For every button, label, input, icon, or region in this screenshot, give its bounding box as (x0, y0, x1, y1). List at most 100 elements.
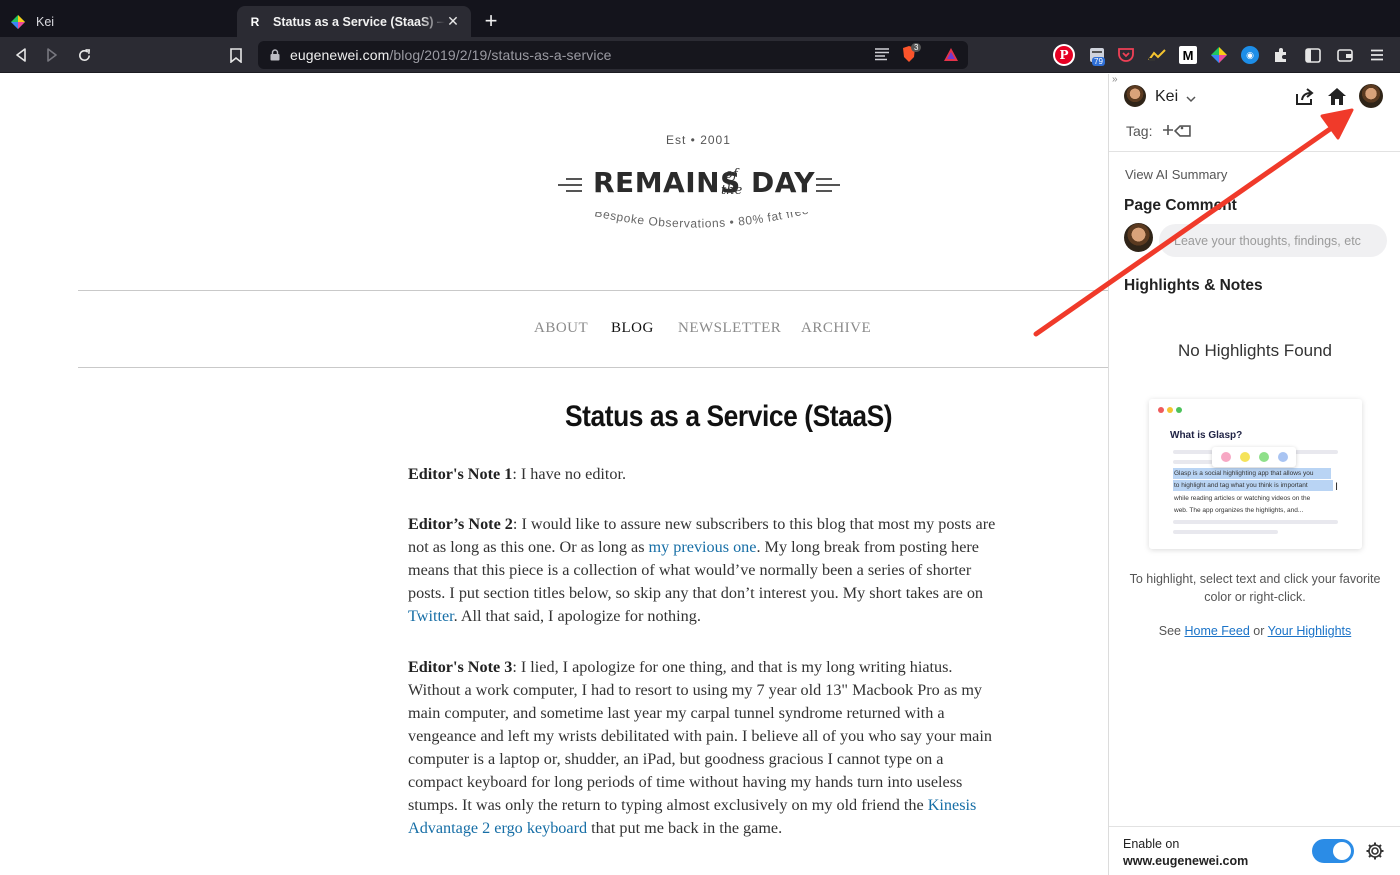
header-divider (78, 290, 1108, 291)
sidebar-divider (1109, 151, 1400, 152)
view-ai-summary-link[interactable]: View AI Summary (1125, 167, 1227, 182)
nav-divider (78, 367, 1108, 368)
expand-sidebar-icon[interactable]: » (1112, 74, 1118, 85)
user-avatar[interactable] (1124, 85, 1146, 107)
demo-line (1173, 520, 1338, 524)
tab-title: Kei (36, 14, 55, 29)
wallet-icon[interactable] (1334, 44, 1356, 66)
article-title-text: Status as a Service (StaaS) (565, 400, 893, 433)
paragraph-editors-note-1: Editor's Note 1: I have no editor. (408, 463, 998, 486)
user-name[interactable]: Kei (1155, 88, 1178, 106)
demo-text-line: while reading articles or watching video… (1174, 495, 1311, 502)
site-favicon-icon: R (250, 14, 260, 29)
comment-avatar (1124, 223, 1153, 252)
toggle-knob (1333, 842, 1351, 860)
brave-shields-icon[interactable]: 3 (901, 43, 923, 65)
reload-icon (78, 48, 90, 61)
nav-blog[interactable]: BLOG (611, 320, 654, 337)
highlight-help-text: To highlight, select text and click your… (1129, 572, 1381, 604)
demo-text-line: to highlight and tag what you think is i… (1174, 482, 1308, 489)
tab-strip: Kei R Status as a Service (StaaS) — Rema… (0, 0, 1400, 37)
demo-line (1173, 460, 1213, 464)
url-text: eugenewei.com/blog/2019/2/19/status-as-a… (290, 47, 612, 63)
enable-toggle[interactable] (1312, 839, 1354, 863)
bookmark-button[interactable] (224, 43, 248, 67)
site-logo[interactable]: REMAINS of the DAY (556, 162, 846, 212)
nav-about[interactable]: ABOUT (534, 320, 588, 337)
new-tab-button[interactable]: + (480, 9, 502, 33)
wave-extension-icon[interactable] (1146, 44, 1168, 66)
profile-avatar[interactable] (1359, 84, 1383, 108)
enable-label: Enable on (1123, 837, 1180, 851)
reload-button[interactable] (72, 43, 96, 67)
home-icon[interactable] (1326, 85, 1348, 107)
forward-button[interactable] (40, 43, 64, 67)
share-icon[interactable] (1294, 86, 1316, 108)
back-button[interactable] (9, 43, 33, 67)
svg-text:Bespoke Observations • 80% fat: Bespoke Observations • 80% fat free (593, 212, 810, 231)
window-dot (1158, 407, 1164, 413)
pocket-extension-icon[interactable] (1115, 44, 1137, 66)
pinterest-extension-icon[interactable]: P (1053, 44, 1075, 66)
demo-text-line: web. The app organizes the highlights, a… (1174, 507, 1304, 514)
add-tag-icon[interactable] (1161, 120, 1195, 140)
site-tagline: Bespoke Observations • 80% fat free (593, 212, 810, 231)
sidebar-toggle-icon[interactable] (1302, 44, 1324, 66)
close-tab-icon[interactable]: ✕ (445, 13, 461, 30)
tab-kei[interactable]: Kei (0, 6, 235, 37)
nav-archive[interactable]: ARCHIVE (801, 320, 871, 337)
browser-toolbar: eugenewei.com/blog/2019/2/19/status-as-a… (0, 37, 1400, 73)
bookmark-icon (230, 47, 242, 63)
article-body: Editor's Note 1: I have no editor. Edito… (408, 463, 998, 867)
shields-badge: 3 (911, 43, 922, 52)
extensions-puzzle-icon[interactable] (1270, 44, 1292, 66)
lock-icon (270, 49, 280, 61)
no-highlights-message: No Highlights Found (1177, 341, 1333, 360)
paragraph-editors-note-3: Editor's Note 3: I lied, I apologize for… (408, 656, 998, 841)
home-feed-link[interactable]: Home Feed (1184, 624, 1249, 638)
note-text: that put me back in the game. (587, 819, 783, 838)
tag-label: Tag: (1126, 123, 1153, 139)
previous-post-link[interactable]: my previous one (649, 538, 757, 556)
color-palette (1212, 447, 1296, 467)
tab-status-as-a-service[interactable]: R Status as a Service (StaaS) — Remains … (237, 6, 471, 37)
brave-rewards-icon[interactable] (943, 47, 959, 67)
logo-remains: REMAINS (593, 166, 741, 199)
see-text: or (1249, 624, 1268, 638)
note-label: Editor’s Note 2 (408, 515, 513, 534)
glasp-favicon-icon (10, 14, 26, 30)
reader-mode-icon[interactable] (874, 47, 890, 66)
glasp-demo-illustration: What is Glasp? Glasp is a social highlig… (1149, 399, 1362, 549)
logo-day: DAY (751, 166, 816, 199)
highlights-notes-heading: Highlights & Notes (1124, 277, 1263, 294)
url-path: /blog/2019/2/19/status-as-a-service (389, 47, 612, 63)
twitter-link[interactable]: Twitter (408, 607, 454, 625)
chevron-down-icon[interactable] (1185, 86, 1197, 108)
tab-title: Status as a Service (StaaS) — Remains of… (273, 14, 445, 29)
screen-capture-extension-icon[interactable]: ◉ (1239, 44, 1261, 66)
note-text: . All that said, I apologize for nothing… (453, 607, 701, 626)
reader-badge: 79 (1092, 57, 1105, 66)
demo-text-line: Glasp is a social highlighting app that … (1174, 470, 1314, 477)
reader-extension-icon[interactable]: 79 (1086, 44, 1108, 66)
see-text: See (1158, 624, 1185, 638)
menu-icon[interactable] (1366, 44, 1388, 66)
logo-the: the (721, 183, 743, 198)
window-dot (1167, 407, 1173, 413)
enable-on-site: Enable on www.eugenewei.com (1123, 836, 1248, 870)
medium-extension-icon[interactable]: M (1177, 44, 1199, 66)
back-icon (16, 48, 26, 62)
est-text: Est • 2001 (666, 133, 731, 147)
settings-gear-icon[interactable] (1364, 840, 1386, 862)
glasp-extension-icon[interactable] (1208, 44, 1230, 66)
note-text: : I have no editor. (512, 465, 627, 483)
note-label: Editor's Note 1 (408, 465, 513, 483)
glasp-sidebar: » Kei Tag: View AI Summary Page Comment … (1108, 74, 1400, 875)
your-highlights-link[interactable]: Your Highlights (1268, 624, 1352, 638)
page-comment-input[interactable]: Leave your thoughts, findings, etc (1159, 224, 1387, 257)
tagline-text: Bespoke Observations • 80% fat free (593, 212, 809, 231)
address-bar[interactable]: eugenewei.com/blog/2019/2/19/status-as-a… (258, 41, 968, 69)
nav-newsletter[interactable]: NEWSLETTER (678, 320, 781, 337)
forward-icon (47, 48, 57, 62)
web-page: Est • 2001 REMAINS of the DAY Bespoke Ob… (0, 74, 1108, 875)
